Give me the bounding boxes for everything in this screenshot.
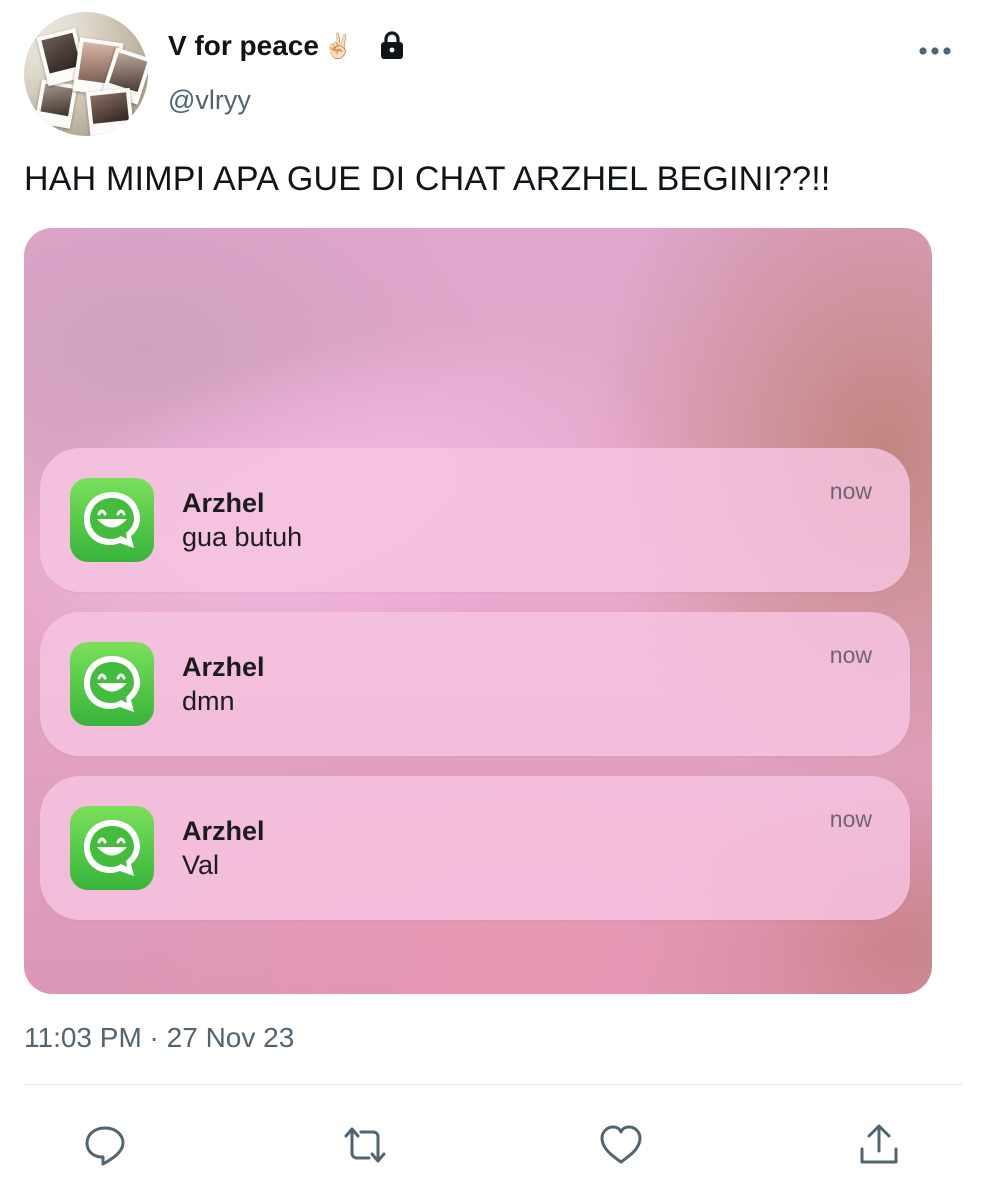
like-icon bbox=[600, 1125, 642, 1164]
share-icon bbox=[860, 1124, 898, 1164]
tweet-media-image[interactable]: Arzhel gua butuh now Arzhel dmn now Arzh… bbox=[24, 228, 932, 994]
notification-sender: Arzhel bbox=[182, 816, 265, 846]
victory-hand-emoji: ✌🏻 bbox=[322, 32, 353, 60]
divider bbox=[24, 1084, 962, 1085]
whatsapp-icon bbox=[70, 642, 154, 726]
whatsapp-icon bbox=[70, 478, 154, 562]
reply-icon bbox=[85, 1126, 125, 1166]
notification-message: dmn bbox=[182, 686, 235, 716]
notification-card: Arzhel Val now bbox=[40, 776, 910, 920]
avatar-photo bbox=[85, 87, 135, 136]
whatsapp-icon bbox=[70, 806, 154, 890]
retweet-icon bbox=[344, 1127, 386, 1163]
avatar-photo bbox=[34, 79, 78, 129]
like-button[interactable] bbox=[594, 1118, 648, 1172]
notification-card: Arzhel dmn now bbox=[40, 612, 910, 756]
tweet-text: HAH MIMPI APA GUE DI CHAT ARZHEL BEGINI?… bbox=[24, 160, 831, 198]
retweet-button[interactable] bbox=[338, 1118, 392, 1172]
notification-time: now bbox=[829, 478, 872, 504]
display-name[interactable]: V for peace ✌🏻 bbox=[168, 30, 353, 62]
share-button[interactable] bbox=[852, 1118, 906, 1172]
notification-message: gua butuh bbox=[182, 522, 303, 552]
notification-sender: Arzhel bbox=[182, 652, 265, 682]
display-name-text: V for peace bbox=[168, 30, 319, 61]
lock-icon bbox=[381, 31, 403, 59]
notification-time: now bbox=[829, 642, 872, 668]
notification-card: Arzhel gua butuh now bbox=[40, 448, 910, 592]
notification-message: Val bbox=[182, 850, 220, 880]
user-handle[interactable]: @vlryy bbox=[168, 85, 251, 116]
notification-sender: Arzhel bbox=[182, 488, 265, 518]
tweet-timestamp[interactable]: 11:03 PM · 27 Nov 23 bbox=[24, 1022, 294, 1054]
notification-time: now bbox=[829, 806, 872, 832]
more-horizontal-icon[interactable] bbox=[918, 44, 952, 58]
reply-button[interactable] bbox=[78, 1118, 132, 1172]
avatar[interactable] bbox=[24, 12, 148, 136]
